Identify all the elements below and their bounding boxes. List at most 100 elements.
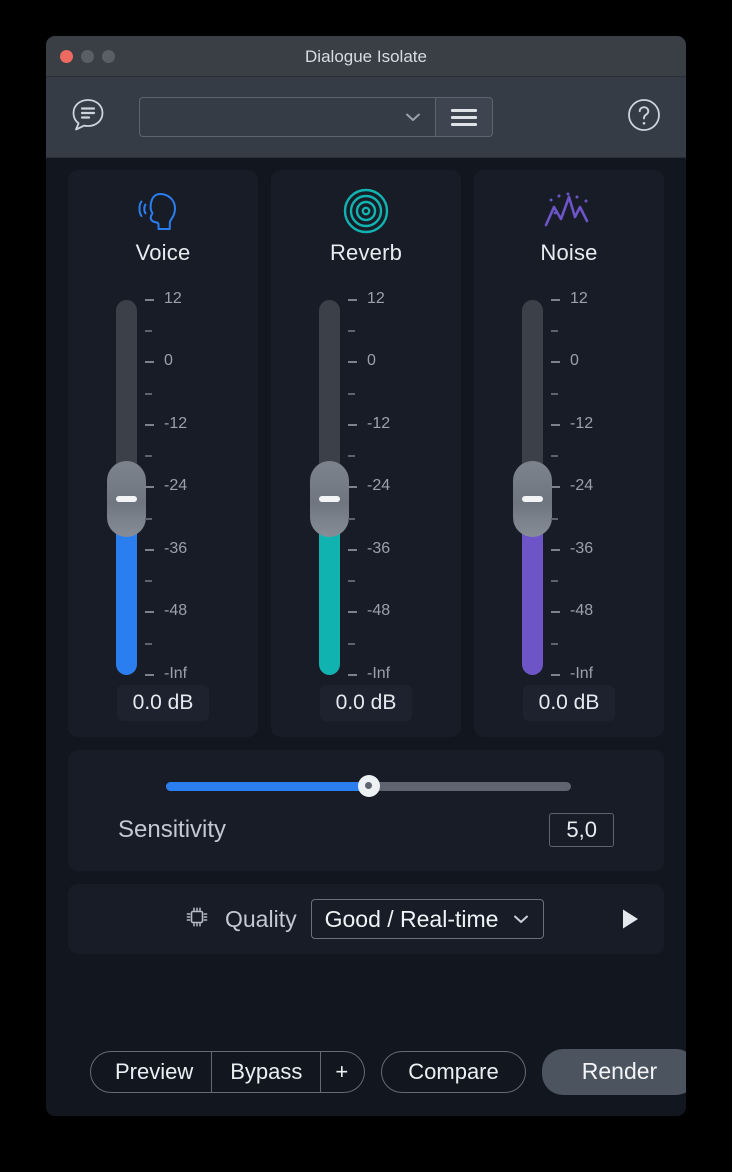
speech-bubble-icon[interactable]	[68, 95, 108, 140]
sensitivity-fill	[166, 781, 369, 791]
scale-label: -24	[367, 477, 391, 495]
scale-label: -12	[570, 414, 594, 432]
tick-dash	[551, 298, 560, 301]
bypass-button[interactable]: Bypass	[212, 1050, 322, 1093]
chevron-down-icon	[406, 113, 420, 121]
scale-label: 12	[164, 289, 182, 307]
scale-label: -24	[570, 477, 594, 495]
scale-label: -12	[367, 414, 391, 432]
sensitivity-panel: Sensitivity 5,0	[68, 750, 664, 871]
waveform-peaks-icon	[541, 184, 597, 238]
tick-dash	[348, 298, 357, 301]
help-question-icon[interactable]	[624, 95, 664, 140]
tick-dash	[348, 423, 357, 426]
fader-scale: 12 0 -12 -24 -36 -48 -Inf	[145, 289, 223, 687]
tick-dash	[145, 455, 152, 458]
tick-dash	[551, 580, 558, 583]
tick-dash	[145, 361, 154, 364]
sensitivity-thumb[interactable]	[357, 774, 380, 797]
tick-dash	[145, 423, 154, 426]
fader-thumb-grip	[522, 495, 543, 502]
tick-dash	[348, 330, 355, 333]
preset-dropdown[interactable]	[139, 97, 435, 137]
scale-label: 0	[367, 352, 376, 370]
channel-fader[interactable]: 12 0 -12 -24 -36 -48 -Inf	[509, 289, 629, 687]
hamburger-line	[451, 108, 477, 112]
tick-dash	[551, 392, 558, 395]
fader-thumb-grip	[116, 495, 137, 502]
main-content: Voice 12 0 -12 -24 -36 -48 -Inf 0.0 dB Reverb 12 0 -…	[46, 158, 686, 1116]
scale-label: -12	[164, 414, 188, 432]
tick-dash	[348, 361, 357, 364]
concentric-circles-icon	[341, 184, 391, 238]
tick-dash	[551, 486, 560, 489]
preview-button[interactable]: Preview	[90, 1050, 213, 1093]
channel-gain-value[interactable]: 0.0 dB	[522, 685, 616, 721]
scale-label: -36	[164, 539, 188, 557]
scale-label: -Inf	[570, 664, 594, 682]
fader-scale: 12 0 -12 -24 -36 -48 -Inf	[551, 289, 629, 687]
tick-dash	[551, 548, 560, 551]
scale-label: 12	[570, 289, 588, 307]
preview-bypass-group: Preview Bypass +	[90, 1050, 366, 1093]
hamburger-line	[451, 122, 477, 126]
channel-noise: Noise 12 0 -12 -24 -36 -48 -Inf 0.0 dB	[474, 170, 664, 737]
scale-label: -48	[164, 602, 188, 620]
scale-label: -Inf	[367, 664, 391, 682]
quality-selected-value: Good / Real-time	[324, 905, 499, 932]
sensitivity-value-field[interactable]: 5,0	[549, 812, 614, 847]
tick-dash	[348, 455, 355, 458]
channel-gain-value[interactable]: 0.0 dB	[319, 685, 413, 721]
fader-thumb[interactable]	[107, 460, 146, 537]
add-button[interactable]: +	[321, 1050, 366, 1093]
fader-thumb[interactable]	[513, 460, 552, 537]
scale-label: -Inf	[164, 664, 188, 682]
tick-dash	[551, 330, 558, 333]
preset-menu-button[interactable]	[435, 97, 493, 137]
render-button[interactable]: Render	[541, 1048, 686, 1095]
tick-dash	[145, 330, 152, 333]
cpu-chip-icon	[181, 902, 213, 937]
tick-dash	[145, 580, 152, 583]
tick-dash	[348, 642, 355, 645]
chevron-down-icon	[514, 915, 529, 923]
channel-fader[interactable]: 12 0 -12 -24 -36 -48 -Inf	[306, 290, 426, 687]
tick-dash	[348, 548, 357, 551]
channel-gain-value[interactable]: 0.0 dB	[116, 685, 210, 721]
quality-dropdown[interactable]: Good / Real-time	[310, 899, 545, 939]
tick-dash	[145, 673, 154, 676]
channel-strip-row: Voice 12 0 -12 -24 -36 -48 -Inf 0.0 dB Reverb 12 0 -…	[68, 170, 664, 737]
tick-dash	[551, 361, 560, 364]
tick-dash	[145, 611, 154, 614]
tick-dash	[145, 642, 152, 645]
title-bar: Dialogue Isolate	[46, 36, 686, 77]
footer-toolbar: Preview Bypass + Compare Render	[68, 1027, 686, 1116]
tick-dash	[348, 673, 357, 676]
channel-fader[interactable]: 12 0 -12 -24 -36 -48 -Inf	[103, 289, 223, 687]
channel-name: Reverb	[329, 239, 403, 265]
scale-label: 0	[164, 352, 173, 370]
tick-dash	[348, 517, 355, 520]
tick-dash	[145, 517, 152, 520]
window-title: Dialogue Isolate	[305, 47, 427, 66]
fader-thumb-grip	[319, 495, 340, 502]
fader-scale: 12 0 -12 -24 -36 -48 -Inf	[348, 290, 426, 687]
hamburger-line	[451, 115, 477, 119]
fader-thumb[interactable]	[310, 460, 349, 537]
scale-label: -24	[164, 477, 188, 495]
channel-voice: Voice 12 0 -12 -24 -36 -48 -Inf 0.0 dB	[68, 170, 258, 737]
sensitivity-row: Sensitivity 5,0	[116, 812, 616, 847]
compare-button[interactable]: Compare	[381, 1050, 526, 1093]
play-triangle-icon[interactable]	[612, 906, 648, 932]
channel-reverb: Reverb 12 0 -12 -24 -36 -48 -Inf 0.0 dB	[271, 170, 461, 737]
sensitivity-slider[interactable]	[166, 774, 571, 797]
sensitivity-label: Sensitivity	[118, 815, 227, 843]
plugin-window: Dialogue Isolate Voice 12 0 -12 -24 -36 …	[46, 36, 686, 1116]
channel-name: Noise	[540, 239, 598, 265]
tick-dash	[348, 392, 355, 395]
scale-label: -48	[367, 602, 391, 620]
tick-dash	[551, 423, 560, 426]
tick-dash	[551, 642, 558, 645]
scale-label: -36	[367, 539, 391, 557]
tick-dash	[348, 486, 357, 489]
